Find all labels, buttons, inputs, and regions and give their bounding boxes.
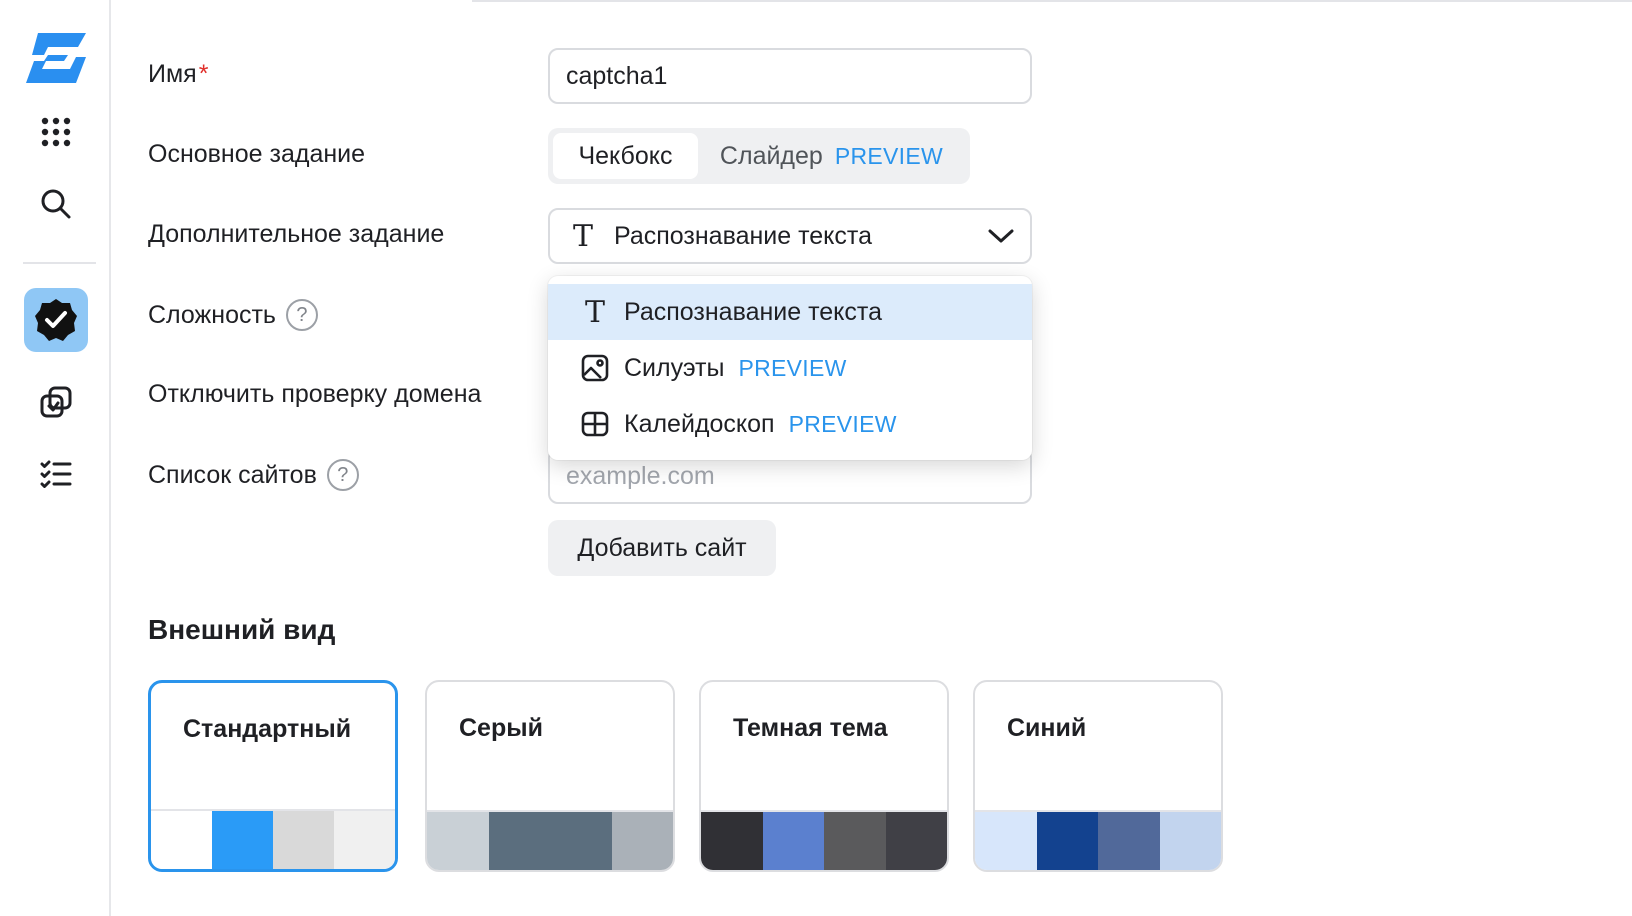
sidebar-item-captcha[interactable] (24, 288, 88, 352)
theme-card-blue[interactable]: Синий (973, 680, 1223, 872)
name-input-value: captcha1 (566, 61, 668, 90)
main-task-segmented-control: Чекбокс Слайдер PREVIEW (548, 128, 970, 184)
swatch (151, 811, 212, 869)
theme-card-standard[interactable]: Стандартный (148, 680, 398, 872)
theme-card-dark[interactable]: Темная тема (699, 680, 949, 872)
captcha-checkbox-icon (35, 299, 77, 341)
site-input-placeholder: example.com (566, 461, 715, 490)
swatch (550, 812, 612, 870)
swatch (1098, 812, 1160, 870)
swatch (1036, 812, 1098, 870)
name-label: Имя * (148, 60, 209, 88)
appearance-title: Внешний вид (148, 614, 336, 645)
preview-badge: PREVIEW (738, 354, 847, 381)
required-mark: * (198, 60, 209, 88)
dropdown-option-silhouettes[interactable]: Силуэты PREVIEW (548, 340, 1032, 396)
main-task-option-checkbox[interactable]: Чекбокс (553, 133, 698, 179)
swatch (975, 812, 1037, 870)
dropdown-option-kaleidoscope[interactable]: Калейдоскоп PREVIEW (548, 396, 1032, 452)
sites-label: Список сайтов ? (148, 459, 359, 491)
swatch (824, 812, 886, 870)
theme-swatches (427, 810, 673, 870)
swatch (701, 812, 763, 870)
extra-task-dropdown: T Распознавание текста Силуэты PREVIEW К… (548, 276, 1032, 460)
main-task-label: Основное задание (148, 140, 366, 168)
swatch (488, 812, 550, 870)
swatch (273, 811, 334, 869)
search-icon[interactable] (0, 184, 111, 224)
theme-swatches (151, 809, 395, 869)
swatch (762, 812, 824, 870)
extra-task-selected-value: Распознавание текста (614, 221, 872, 250)
text-t-icon: T (584, 294, 605, 330)
theme-name: Серый (459, 714, 543, 742)
disable-domain-check-label: Отключить проверку домена (148, 380, 482, 408)
preview-badge: PREVIEW (834, 142, 943, 169)
sites-help-icon[interactable]: ? (326, 459, 359, 491)
swatch (1159, 812, 1221, 870)
image-icon (580, 354, 610, 382)
theme-card-gray[interactable]: Серый (425, 680, 675, 872)
brand-logo-icon[interactable] (0, 30, 111, 86)
preview-badge: PREVIEW (788, 410, 897, 437)
checklist-icon[interactable] (0, 454, 111, 494)
theme-name: Стандартный (183, 715, 352, 743)
swatch (611, 812, 673, 870)
swatch (212, 811, 273, 869)
complexity-label: Сложность ? (148, 299, 318, 331)
add-site-button[interactable]: Добавить сайт (548, 520, 776, 576)
theme-swatches (701, 810, 947, 870)
grid-icon (580, 411, 610, 437)
theme-name: Темная тема (733, 714, 888, 742)
theme-name: Синий (1007, 714, 1087, 742)
extra-task-select[interactable]: T Распознавание текста (548, 208, 1032, 264)
dropdown-option-text-recognition[interactable]: T Распознавание текста (548, 284, 1032, 340)
chevron-down-icon (988, 229, 1014, 243)
text-t-icon: T (572, 218, 593, 254)
main-task-option-slider[interactable]: Слайдер PREVIEW (698, 133, 965, 179)
swatch (427, 812, 489, 870)
sidebar-divider (23, 262, 96, 264)
swatch (885, 812, 947, 870)
apps-grid-icon[interactable] (0, 112, 111, 152)
copy-shapes-icon[interactable] (0, 382, 111, 422)
extra-task-label: Дополнительное задание (148, 220, 445, 248)
sidebar (0, 0, 111, 916)
complexity-help-icon[interactable]: ? (285, 299, 318, 331)
swatch (334, 811, 395, 869)
top-divider (472, 0, 1632, 2)
name-input[interactable]: captcha1 (548, 48, 1032, 104)
theme-swatches (975, 810, 1221, 870)
